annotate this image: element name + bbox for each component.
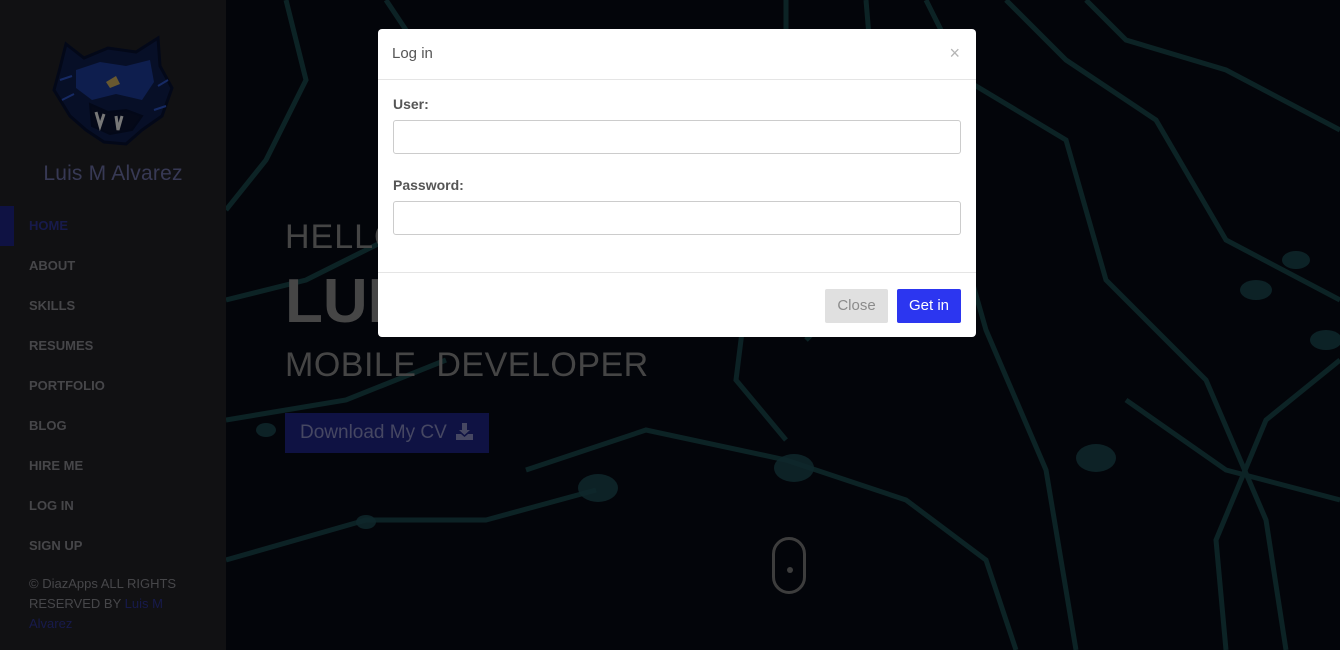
password-input[interactable] xyxy=(393,201,961,235)
modal-header: Log in × xyxy=(378,29,976,80)
close-icon[interactable]: × xyxy=(949,43,960,64)
password-label: Password: xyxy=(393,177,464,193)
modal-title: Log in xyxy=(392,45,433,62)
get-in-button[interactable]: Get in xyxy=(897,289,961,323)
user-input[interactable] xyxy=(393,120,961,154)
close-button[interactable]: Close xyxy=(825,289,888,323)
user-label: User: xyxy=(393,96,429,112)
modal-footer: Close Get in xyxy=(378,272,976,337)
login-modal: Log in × User: Password: Close Get in xyxy=(378,29,976,337)
